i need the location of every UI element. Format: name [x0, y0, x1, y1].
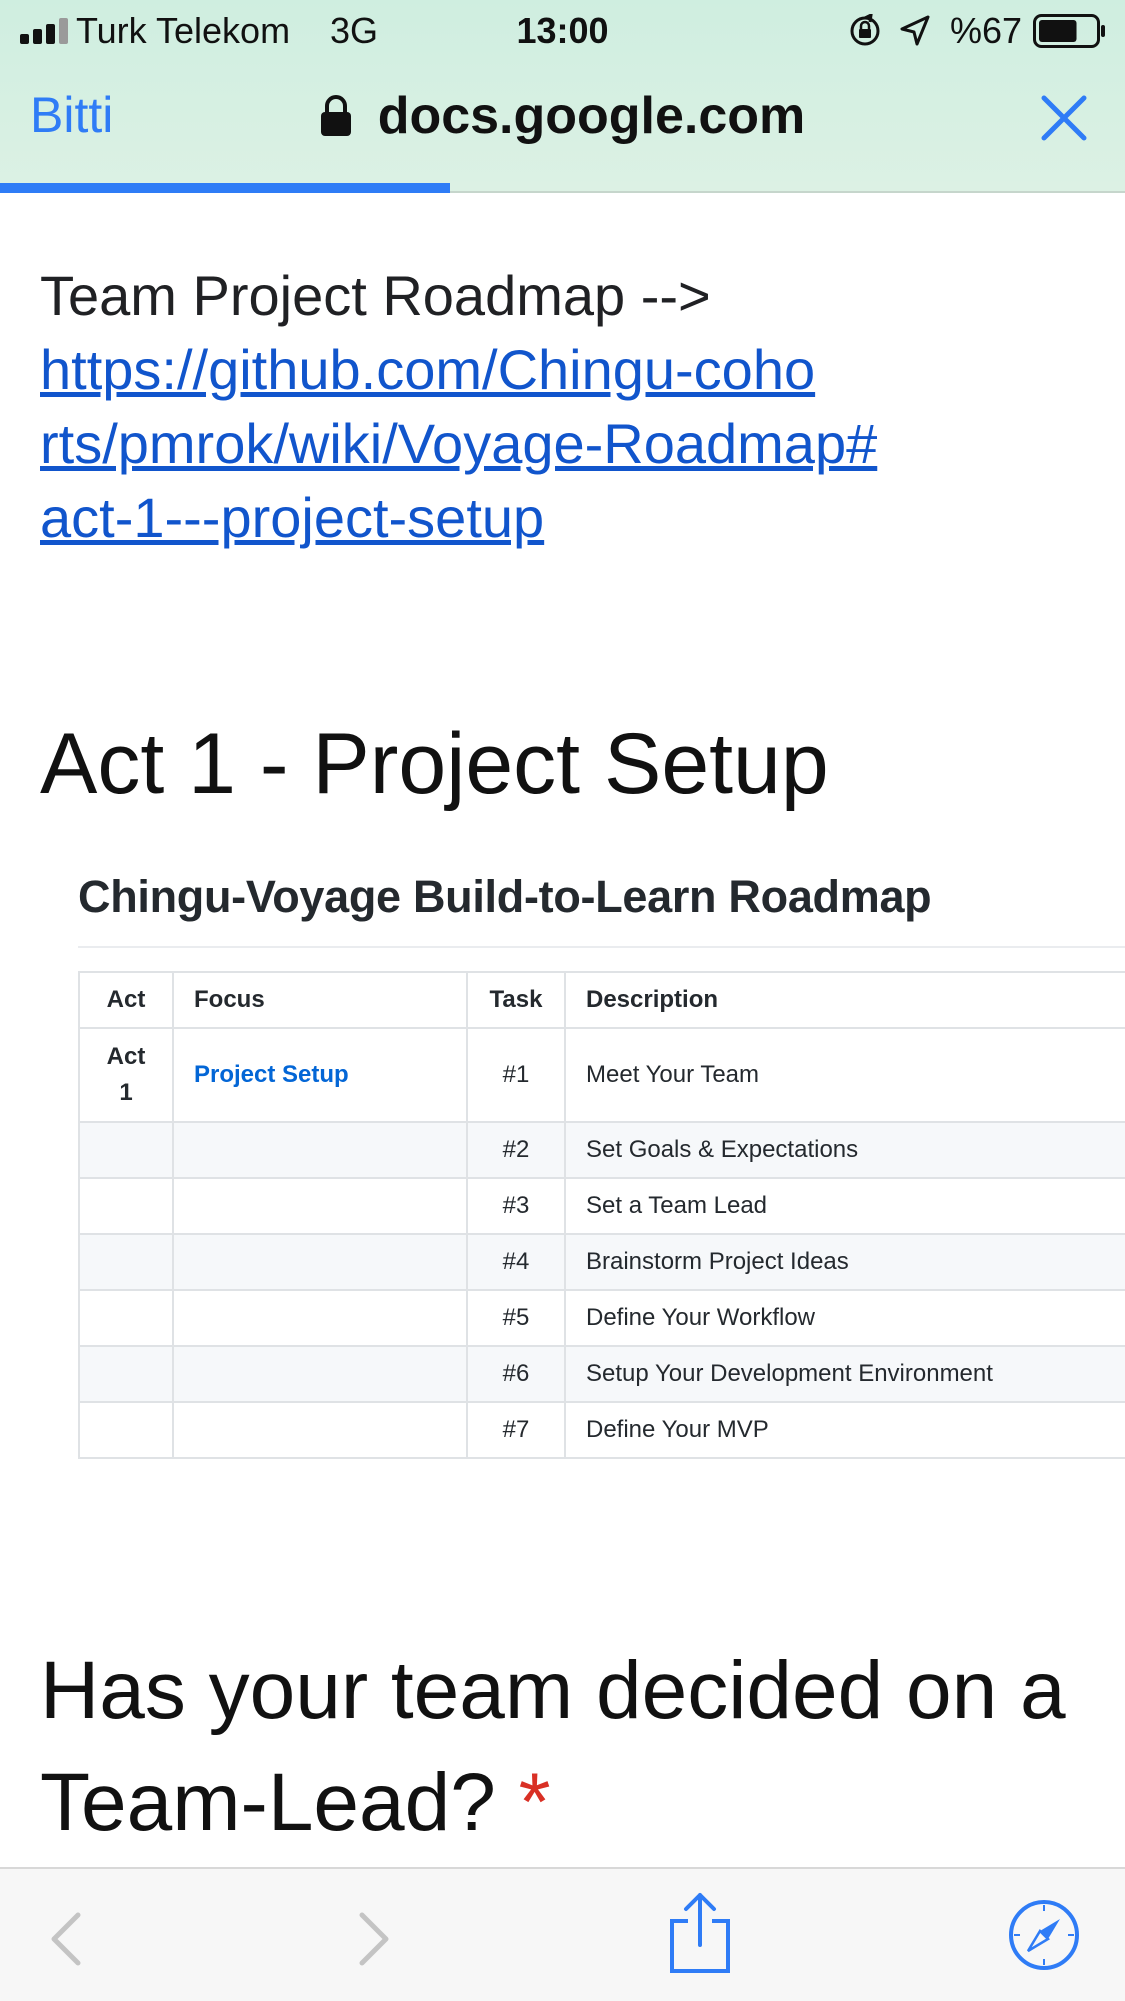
table-row: #2 Set Goals & Expectations	[78, 1121, 1125, 1179]
description-cell: Define Your MVP	[564, 1401, 1125, 1459]
roadmap-link[interactable]: https://github.com/Chingu-coho rts/pmrok/…	[40, 338, 877, 549]
status-bar: Turk Telekom 3G 13:00 %67	[0, 0, 1125, 62]
act-cell	[78, 1289, 174, 1347]
page-load-progress-bar	[0, 183, 450, 193]
safari-compass-icon[interactable]	[1008, 1899, 1080, 1971]
act-cell	[78, 1233, 174, 1291]
act-cell	[78, 1345, 174, 1403]
focus-cell	[172, 1289, 468, 1347]
act-cell	[78, 1401, 174, 1459]
orientation-lock-icon	[850, 14, 880, 46]
padlock-icon	[320, 95, 351, 136]
divider	[78, 946, 1125, 948]
location-arrow-icon	[900, 15, 930, 46]
description-cell: Set a Team Lead	[564, 1177, 1125, 1235]
task-cell: #3	[466, 1177, 566, 1235]
battery-percentage: %67	[950, 10, 1023, 51]
task-cell: #4	[466, 1233, 566, 1291]
navigation-bar: Bitti docs.google.com	[0, 62, 1125, 193]
description-cell: Define Your Workflow	[564, 1289, 1125, 1347]
browser-chrome: Turk Telekom 3G 13:00 %67 Bitti docs.goo…	[0, 0, 1125, 193]
share-icon[interactable]	[668, 1891, 732, 1975]
close-icon[interactable]	[1038, 92, 1090, 144]
focus-cell	[172, 1121, 468, 1179]
table-row: #4 Brainstorm Project Ideas	[78, 1233, 1125, 1291]
question-title: Has your team decided on a Team-Lead? *	[40, 1635, 1100, 1859]
task-cell: #6	[466, 1345, 566, 1403]
act-cell	[78, 1121, 174, 1179]
table-row: #6 Setup Your Development Environment	[78, 1345, 1125, 1403]
description-cell: Brainstorm Project Ideas	[564, 1233, 1125, 1291]
image-title: Chingu-Voyage Build-to-Learn Roadmap	[78, 871, 932, 922]
task-cell: #7	[466, 1401, 566, 1459]
focus-cell	[172, 1233, 468, 1291]
focus-link: Project Setup	[194, 1061, 349, 1088]
column-header: Task	[466, 971, 566, 1029]
description-cell: Meet Your Team	[564, 1027, 1125, 1123]
column-header: Act	[78, 971, 174, 1029]
act-cell: Act 1	[78, 1027, 174, 1123]
section-title: Act 1 - Project Setup	[40, 716, 829, 812]
description-text: Team Project Roadmap -->	[40, 264, 711, 327]
roadmap-table: Act Focus Task Description Act 1 Project…	[78, 971, 1125, 1459]
table-row: #7 Define Your MVP	[78, 1401, 1125, 1459]
task-cell: #5	[466, 1289, 566, 1347]
focus-cell: Project Setup	[172, 1027, 468, 1123]
focus-cell	[172, 1345, 468, 1403]
required-asterisk: *	[518, 1757, 551, 1848]
task-cell: #2	[466, 1121, 566, 1179]
column-header: Focus	[172, 971, 468, 1029]
table-row: Act 1 Project Setup #1 Meet Your Team	[78, 1027, 1125, 1123]
back-icon[interactable]	[48, 1911, 84, 1967]
forward-icon[interactable]	[356, 1911, 392, 1967]
form-content: Team Project Roadmap --> https://github.…	[0, 195, 1125, 1867]
description-cell: Set Goals & Expectations	[564, 1121, 1125, 1179]
roadmap-image: Chingu-Voyage Build-to-Learn Roadmap Act…	[78, 871, 1125, 1471]
battery-icon	[1033, 14, 1105, 48]
table-row: #3 Set a Team Lead	[78, 1177, 1125, 1235]
address-bar[interactable]: docs.google.com	[0, 86, 1125, 146]
description-cell: Setup Your Development Environment	[564, 1345, 1125, 1403]
bottom-toolbar	[0, 1867, 1125, 2001]
column-header: Description	[564, 971, 1125, 1029]
table-row: #5 Define Your Workflow	[78, 1289, 1125, 1347]
task-cell: #1	[466, 1027, 566, 1123]
table-header-row: Act Focus Task Description	[78, 971, 1125, 1029]
item-description: Team Project Roadmap --> https://github.…	[40, 259, 1090, 555]
focus-cell	[172, 1401, 468, 1459]
act-label: Act 1	[106, 1043, 146, 1106]
url-text: docs.google.com	[377, 87, 806, 145]
act-cell	[78, 1177, 174, 1235]
question-text: Has your team decided on a Team-Lead?	[40, 1645, 1066, 1848]
focus-cell	[172, 1177, 468, 1235]
